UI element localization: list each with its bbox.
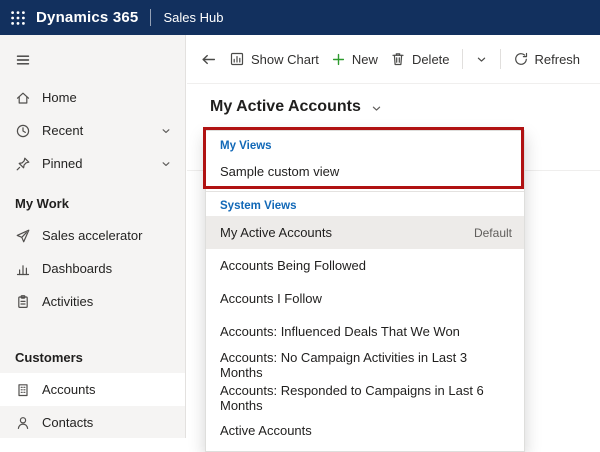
accounts-icon bbox=[15, 382, 31, 398]
sidebar-item-sales-accelerator[interactable]: Sales accelerator bbox=[0, 219, 185, 252]
sidebar-item-label: Dashboards bbox=[42, 261, 112, 276]
hamburger-menu-icon[interactable] bbox=[0, 39, 185, 81]
back-arrow-icon bbox=[200, 51, 217, 68]
clock-icon bbox=[15, 123, 31, 139]
sidebar-item-label: Accounts bbox=[42, 382, 95, 397]
command-bar: Show Chart New Delete R bbox=[187, 35, 600, 84]
chevron-down-icon[interactable] bbox=[160, 125, 172, 137]
view-option-my-active-accounts[interactable]: My Active Accounts Default bbox=[206, 216, 524, 249]
sidebar-item-pinned[interactable]: Pinned bbox=[0, 147, 185, 180]
view-title-row: My Active Accounts bbox=[187, 84, 600, 116]
view-option-accounts-being-followed[interactable]: Accounts Being Followed bbox=[206, 249, 524, 282]
sidebar-group-header-customers: Customers bbox=[0, 318, 185, 373]
refresh-icon bbox=[513, 51, 529, 67]
refresh-button[interactable]: Refresh bbox=[513, 51, 581, 67]
sidebar-item-label: Activities bbox=[42, 294, 93, 309]
view-option-sample-custom-view[interactable]: Sample custom view bbox=[206, 155, 524, 187]
view-option-label: Accounts: Responded to Campaigns in Last… bbox=[220, 383, 512, 413]
command-bar-divider bbox=[500, 49, 501, 69]
my-views-header: My Views bbox=[206, 131, 524, 155]
sitemap-sidebar: Home Recent Pinned My Work Sales acceler… bbox=[0, 35, 186, 438]
sidebar-item-contacts[interactable]: Contacts bbox=[0, 406, 185, 439]
view-option-label: Accounts: No Campaign Activities in Last… bbox=[220, 350, 512, 380]
view-option-label: Accounts Being Followed bbox=[220, 258, 366, 273]
home-icon bbox=[15, 90, 31, 106]
view-option-no-campaign-activities[interactable]: Accounts: No Campaign Activities in Last… bbox=[206, 348, 524, 381]
new-label: New bbox=[352, 52, 378, 67]
view-selector-chevron-icon[interactable] bbox=[370, 102, 383, 115]
activities-icon bbox=[15, 294, 31, 310]
dashboards-icon bbox=[15, 261, 31, 277]
show-chart-label: Show Chart bbox=[251, 52, 319, 67]
sidebar-item-label: Home bbox=[42, 90, 77, 105]
view-option-label: Accounts: Influenced Deals That We Won bbox=[220, 324, 460, 339]
default-badge: Default bbox=[474, 226, 512, 240]
plus-icon bbox=[331, 52, 346, 67]
sidebar-group-header-my-work: My Work bbox=[0, 180, 185, 219]
view-option-label: Accounts I Follow bbox=[220, 291, 322, 306]
app-name[interactable]: Dynamics 365 bbox=[36, 9, 138, 26]
sidebar-item-accounts[interactable]: Accounts bbox=[0, 373, 185, 406]
view-option-responded-to-campaigns[interactable]: Accounts: Responded to Campaigns in Last… bbox=[206, 381, 524, 414]
view-option-label: My Active Accounts bbox=[220, 225, 332, 240]
trash-icon bbox=[390, 51, 406, 67]
view-option-influenced-deals[interactable]: Accounts: Influenced Deals That We Won bbox=[206, 315, 524, 348]
waffle-menu-icon[interactable] bbox=[0, 0, 36, 35]
topbar-divider bbox=[150, 9, 151, 26]
sidebar-item-label: Pinned bbox=[42, 156, 82, 171]
area-name[interactable]: Sales Hub bbox=[163, 10, 223, 25]
view-option-active-accounts[interactable]: Active Accounts bbox=[206, 414, 524, 447]
contacts-icon bbox=[15, 415, 31, 431]
sidebar-item-label: Contacts bbox=[42, 415, 93, 430]
delete-button[interactable]: Delete bbox=[390, 51, 450, 67]
view-option-label: Sample custom view bbox=[220, 164, 339, 179]
sidebar-item-dashboards[interactable]: Dashboards bbox=[0, 252, 185, 285]
more-commands-chevron-icon[interactable] bbox=[475, 53, 488, 66]
main-content: Show Chart New Delete R bbox=[187, 35, 600, 438]
new-button[interactable]: New bbox=[331, 52, 378, 67]
view-option-label: Active Accounts bbox=[220, 423, 312, 438]
chevron-down-icon[interactable] bbox=[160, 158, 172, 170]
sidebar-item-label: Sales accelerator bbox=[42, 228, 142, 243]
show-chart-icon bbox=[229, 51, 245, 67]
top-navigation-bar: Dynamics 365 Sales Hub bbox=[0, 0, 600, 35]
system-views-header: System Views bbox=[206, 192, 524, 216]
back-button[interactable] bbox=[200, 51, 217, 68]
view-option-accounts-i-follow[interactable]: Accounts I Follow bbox=[206, 282, 524, 315]
sidebar-item-activities[interactable]: Activities bbox=[0, 285, 185, 318]
delete-label: Delete bbox=[412, 52, 450, 67]
pin-icon bbox=[15, 156, 31, 172]
view-selector-dropdown: My Views Sample custom view System Views… bbox=[205, 130, 525, 452]
page-title[interactable]: My Active Accounts bbox=[210, 98, 361, 116]
sidebar-item-label: Recent bbox=[42, 123, 83, 138]
refresh-label: Refresh bbox=[535, 52, 581, 67]
sales-accelerator-icon bbox=[15, 228, 31, 244]
show-chart-button[interactable]: Show Chart bbox=[229, 51, 319, 67]
sidebar-item-recent[interactable]: Recent bbox=[0, 114, 185, 147]
sidebar-item-home[interactable]: Home bbox=[0, 81, 185, 114]
command-bar-divider bbox=[462, 49, 463, 69]
